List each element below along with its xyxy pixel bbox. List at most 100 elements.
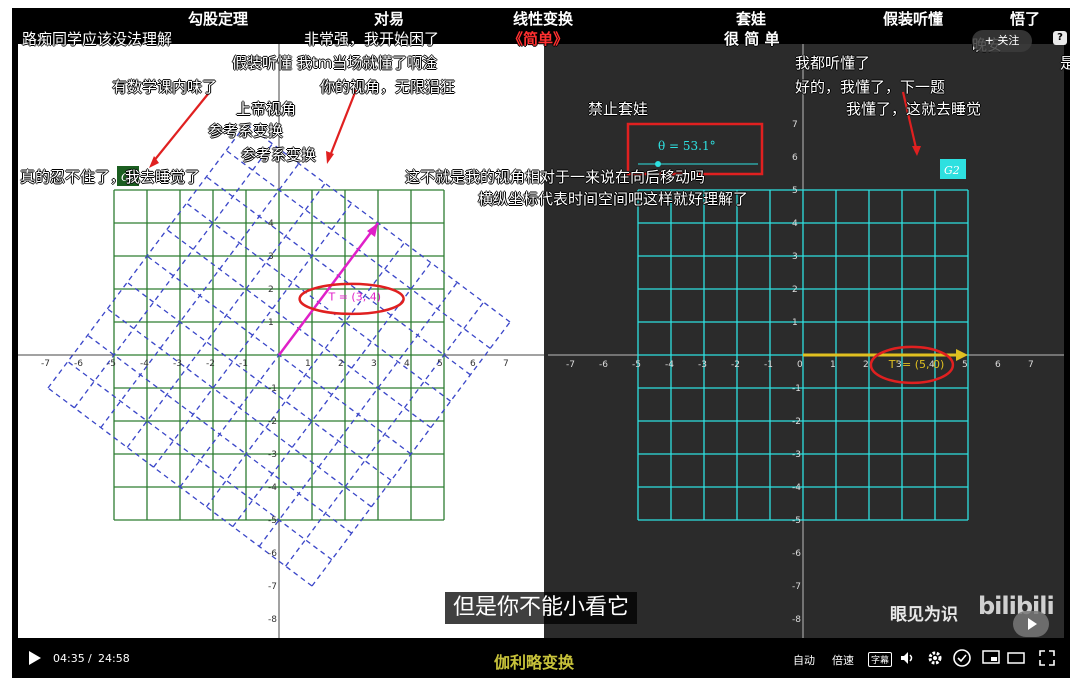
left-x-tick: 1 bbox=[305, 359, 311, 369]
right-x-tick: -6 bbox=[599, 360, 608, 370]
left-y-tick: -2 bbox=[268, 417, 277, 427]
right-y-tick: -5 bbox=[792, 516, 801, 526]
center-play-icon[interactable] bbox=[1013, 611, 1049, 637]
channel-watermark: 眼见为识 bbox=[890, 605, 958, 625]
right-y-tick: -2 bbox=[792, 417, 801, 427]
danmaku-comment: 线性变换 bbox=[513, 10, 574, 28]
angle-value-label: θ = 53.1° bbox=[658, 139, 716, 153]
left-x-tick: -4 bbox=[140, 359, 149, 369]
right-y-tick: 7 bbox=[792, 120, 798, 130]
left-x-tick: -1 bbox=[239, 359, 248, 369]
left-x-tick: 6 bbox=[470, 359, 476, 369]
left-y-tick: -4 bbox=[268, 483, 277, 493]
right-y-tick: -6 bbox=[792, 549, 801, 559]
player-controls: 04:35 / 24:58 伽利略变换 自动 倍速 字幕 bbox=[12, 638, 1070, 678]
danmaku-comment: 横纵坐标代表时间空间吧这样就好理解了 bbox=[478, 190, 749, 208]
danmaku-comment: 禁止套娃 bbox=[588, 100, 649, 118]
right-x-tick: -7 bbox=[566, 360, 575, 370]
danmaku-comment: 你的视角，无限猖狂 bbox=[320, 78, 456, 96]
danmaku-comment: 好的，我懂了，下一题 bbox=[795, 78, 946, 96]
time-separator: / bbox=[88, 652, 92, 665]
right-y-tick: 3 bbox=[792, 252, 798, 262]
right-y-tick: -4 bbox=[792, 483, 801, 493]
right-y-tick: -7 bbox=[792, 582, 801, 592]
danmaku-comment: 我懂了，这就去睡觉 bbox=[846, 100, 982, 118]
fullscreen-icon[interactable] bbox=[1038, 649, 1056, 667]
danmaku-comment: 上帝视角 bbox=[236, 100, 297, 118]
left-vector-label: T = (3, 4) bbox=[328, 291, 382, 304]
left-y-tick: -8 bbox=[268, 615, 277, 625]
danmaku-comment: 套娃 bbox=[736, 10, 767, 28]
video-frame[interactable]: -7 -6 -5 -4 -3 -2 -1 1 2 3 4 5 6 7 4 3 2 1 -1 -2 -3 -4 -5 -6 -7 -… bbox=[12, 8, 1070, 638]
right-x-tick: -5 bbox=[632, 360, 641, 370]
right-x-tick: 5 bbox=[962, 360, 968, 370]
right-x-tick: 2 bbox=[863, 360, 869, 370]
left-x-tick: -6 bbox=[74, 359, 83, 369]
pip-icon[interactable] bbox=[982, 650, 1000, 666]
left-x-tick: 3 bbox=[371, 359, 377, 369]
left-x-tick: 4 bbox=[404, 359, 410, 369]
right-x-tick: -4 bbox=[665, 360, 674, 370]
volume-icon[interactable] bbox=[900, 651, 916, 665]
right-y-tick: 6 bbox=[792, 153, 798, 163]
right-y-tick: -8 bbox=[792, 615, 801, 625]
danmaku-comment: 勾股定理 bbox=[188, 10, 249, 28]
right-y-tick: -1 bbox=[792, 384, 801, 394]
left-y-tick: -3 bbox=[268, 450, 277, 460]
right-y-tick: 2 bbox=[792, 285, 798, 295]
left-x-tick: 2 bbox=[338, 359, 344, 369]
danmaku-comment: 假装听懂 bbox=[883, 10, 944, 28]
right-x-tick: 7 bbox=[1028, 360, 1034, 370]
widescreen-icon[interactable] bbox=[1007, 650, 1025, 666]
follow-button[interactable]: + 关注 bbox=[972, 30, 1032, 52]
right-vector-label: T' = (5, 0) bbox=[888, 358, 945, 371]
video-canvas[interactable]: -7 -6 -5 -4 -3 -2 -1 1 2 3 4 5 6 7 4 3 2 1 -1 -2 -3 -4 -5 -6 -7 -… bbox=[18, 44, 1064, 638]
danmaku-comment: 我都听懂了 bbox=[795, 54, 871, 72]
help-icon[interactable]: ? bbox=[1053, 31, 1067, 45]
danmaku-comment: 路痴同学应该没法理解 bbox=[22, 30, 173, 48]
danmaku-comment: 是 bbox=[1060, 54, 1070, 72]
left-x-tick: -7 bbox=[41, 359, 50, 369]
subtitle-button[interactable]: 字幕 bbox=[868, 652, 893, 667]
settings-gear-icon[interactable] bbox=[927, 650, 943, 666]
danmaku-comment: 假装听懂 我tm当场就懂了啊淦 bbox=[232, 54, 438, 72]
left-x-tick: -2 bbox=[206, 359, 215, 369]
left-x-tick: 7 bbox=[503, 359, 509, 369]
right-y-tick: 1 bbox=[792, 318, 798, 328]
danmaku-comment: 这不就是我的视角相对于一来说在向后移动吗 bbox=[405, 168, 706, 186]
left-x-tick: 5 bbox=[437, 359, 443, 369]
left-x-tick: -3 bbox=[173, 359, 182, 369]
time-duration: 24:58 bbox=[98, 652, 130, 665]
left-y-tick: 2 bbox=[268, 285, 274, 295]
left-y-tick: -7 bbox=[268, 582, 277, 592]
speed-button[interactable]: 倍速 bbox=[832, 652, 854, 668]
quality-button[interactable]: 自动 bbox=[793, 652, 815, 668]
left-y-tick: -5 bbox=[268, 516, 277, 526]
left-y-tick: 1 bbox=[268, 318, 274, 328]
right-y-tick: 4 bbox=[792, 219, 798, 229]
danmaku-comment: 《简单》 bbox=[508, 30, 569, 48]
danmaku-toggle-icon[interactable] bbox=[952, 648, 972, 668]
play-icon[interactable] bbox=[28, 650, 42, 666]
left-y-tick: -1 bbox=[268, 384, 277, 394]
danmaku-comment: 有数学课内味了 bbox=[112, 78, 218, 96]
left-y-tick: 3 bbox=[268, 252, 274, 262]
right-x-tick: 6 bbox=[995, 360, 1001, 370]
danmaku-comment: 参考系变换 bbox=[208, 122, 284, 140]
danmaku-comment: 悟了 bbox=[1010, 10, 1041, 28]
right-x-tick: -1 bbox=[764, 360, 773, 370]
right-x-tick: 0 bbox=[797, 360, 803, 370]
danmaku-comment: 参考系变换 bbox=[241, 146, 317, 164]
left-y-tick: 4 bbox=[268, 219, 274, 229]
right-x-tick: 1 bbox=[830, 360, 836, 370]
right-y-tick: -3 bbox=[792, 450, 801, 460]
right-y-tick: 5 bbox=[792, 186, 798, 196]
subtitle-caption: 但是你不能小看它 bbox=[445, 592, 638, 624]
danmaku-comment: 对易 bbox=[374, 10, 405, 28]
right-graph-label: G2 bbox=[944, 164, 960, 177]
left-x-tick: -5 bbox=[107, 359, 116, 369]
time-current: 04:35 bbox=[53, 652, 85, 665]
right-x-tick: -3 bbox=[698, 360, 707, 370]
danmaku-comment: 真的忍不住了，我去睡觉了 bbox=[20, 168, 201, 186]
right-panel-bg bbox=[544, 44, 1064, 638]
